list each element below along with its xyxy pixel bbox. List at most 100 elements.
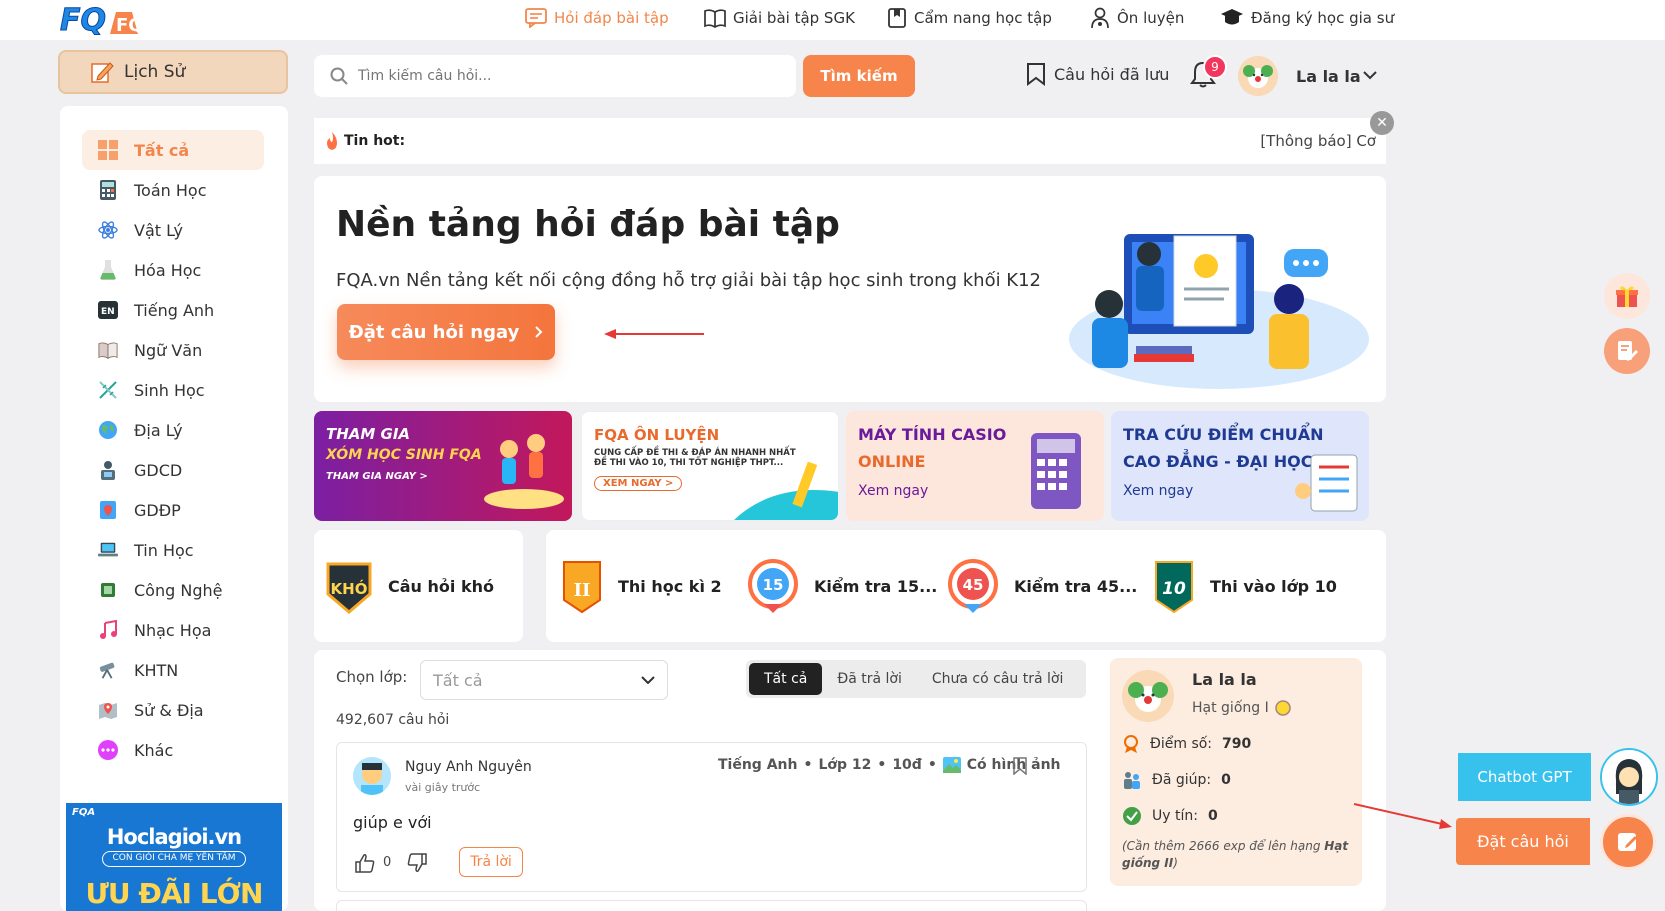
score-value: 790 (1222, 736, 1252, 752)
sidebar-item-khtn[interactable]: KHTN (82, 650, 264, 690)
history-button[interactable]: Lịch Sử (58, 50, 288, 94)
score-label: Điểm số: (1150, 736, 1213, 752)
exam-label: Thi học kì 2 (618, 576, 722, 596)
thumbs-up-icon[interactable] (355, 853, 375, 873)
chatbot-gpt-button[interactable]: Chatbot GPT (1458, 753, 1591, 801)
exam-cau-hoi-kho[interactable]: KHÓ Câu hỏi khó (314, 530, 523, 642)
exam-thi-hoc-ki-2[interactable]: II Thi học kì 2 (560, 558, 722, 614)
hot-news-bar: Tin hot: [Thông báo] Cơ (314, 118, 1386, 164)
tab-tat-ca[interactable]: Tất cả (749, 663, 823, 695)
graduation-cap-icon (1221, 9, 1243, 25)
username[interactable]: La la la (1296, 67, 1361, 86)
close-icon[interactable]: ✕ (1370, 111, 1394, 135)
reply-button[interactable]: Trả lời (459, 847, 523, 877)
saved-questions-link[interactable]: Câu hỏi đã lưu (1026, 62, 1169, 86)
notification-badge: 9 (1203, 55, 1227, 79)
sidebar-item-toan-hoc[interactable]: Toán Học (82, 170, 264, 210)
avatar[interactable] (353, 757, 391, 795)
exam-kiem-tra-45[interactable]: 45 Kiểm tra 45... (946, 558, 1137, 614)
kids-illustration (484, 434, 564, 509)
tab-da-tra-loi[interactable]: Đã trả lời (822, 663, 917, 695)
sidebar-item-tieng-anh[interactable]: EN Tiếng Anh (82, 290, 264, 330)
sidebar-item-label: Toán Học (134, 180, 207, 200)
edit-icon (1618, 833, 1637, 851)
banner-line1: TRA CỨU ĐIỂM CHUẨN (1123, 425, 1324, 444)
sidebar-item-nhac-hoa[interactable]: Nhạc Họa (82, 610, 264, 650)
nav-hoi-dap[interactable]: Hỏi đáp bài tập (525, 0, 669, 36)
search-icon (330, 67, 348, 85)
question-card[interactable] (336, 900, 1087, 911)
sidebar-item-label: GDĐP (134, 500, 181, 520)
nav-label: Ôn luyện (1117, 9, 1185, 27)
semester-exam-icon: II (563, 561, 601, 614)
flask-icon (98, 260, 118, 280)
grade-select-value: Tất cả (433, 670, 483, 690)
ask-question-now-button[interactable]: Đặt câu hỏi ngay (337, 304, 555, 360)
sidebar-item-ngu-van[interactable]: Ngữ Văn (82, 330, 264, 370)
tab-chua-co-cau-tra-loi[interactable]: Chưa có câu trả lời (917, 663, 1078, 695)
hot-ticker[interactable]: [Thông báo] Cơ (1260, 132, 1376, 150)
grade-filter-label: Chọn lớp: (336, 668, 408, 686)
globe-icon (98, 420, 118, 440)
svg-text:FQA: FQA (116, 15, 148, 36)
like-count: 0 (383, 855, 392, 870)
search-input[interactable] (358, 68, 778, 84)
coin-icon (1274, 700, 1291, 716)
exam-thi-vao-lop-10[interactable]: 10 Thi vào lớp 10 (1152, 558, 1337, 614)
banner-xem-ngay-button[interactable]: XEM NGAY > (594, 476, 683, 491)
nav-on-luyen[interactable]: Ôn luyện (1090, 0, 1184, 36)
more-icon (98, 740, 118, 760)
thumbs-down-icon[interactable] (407, 853, 427, 873)
image-icon (942, 757, 961, 773)
avatar[interactable] (1238, 56, 1278, 96)
question-author[interactable]: Nguy Anh Nguyên (405, 759, 532, 775)
sidebar-item-vat-ly[interactable]: Vật Lý (82, 210, 264, 250)
chatbot-avatar[interactable] (1600, 748, 1658, 806)
sidebar-item-dia-ly[interactable]: Địa Lý (82, 410, 264, 450)
sidebar-item-gdcd[interactable]: GDCD (82, 450, 264, 490)
question-grade: Lớp 12 (818, 757, 872, 773)
question-content[interactable]: giúp e với (353, 813, 432, 832)
grade-select[interactable]: Tất cả (420, 660, 668, 700)
sidebar-item-su-dia[interactable]: Sử & Địa (82, 690, 264, 730)
sidebar-item-label: Vật Lý (134, 220, 184, 240)
gift-button[interactable] (1604, 273, 1650, 319)
banner-tra-cuu-diem[interactable]: TRA CỨU ĐIỂM CHUẨN CAO ĐẲNG - ĐẠI HỌC Xe… (1111, 411, 1369, 521)
user-name[interactable]: La la la (1192, 670, 1257, 689)
bookmark-icon[interactable] (1013, 757, 1027, 775)
banner-xom-hoc-sinh[interactable]: THAM GIA XÓM HỌC SINH FQA THAM GIA NGAY … (314, 411, 572, 521)
exam-label: Thi vào lớp 10 (1210, 576, 1337, 596)
sidebar-item-tin-hoc[interactable]: Tin Học (82, 530, 264, 570)
map-doc-icon (98, 500, 118, 520)
chat-icon (525, 8, 547, 28)
medal-icon (1124, 735, 1138, 753)
ask-question-icon-button[interactable] (1600, 814, 1656, 870)
sidebar-item-sinh-hoc[interactable]: Sinh Học (82, 370, 264, 410)
chevron-down-icon[interactable] (1362, 70, 1378, 80)
promo-banner[interactable]: FQA Hoclagioi.vn CON GIỎI CHA MẸ YÊN TÂM… (66, 803, 282, 911)
sidebar-item-hoa-hoc[interactable]: Hóa Học (82, 250, 264, 290)
ask-question-floating-button[interactable]: Đặt câu hỏi (1456, 818, 1590, 865)
book-icon (704, 9, 726, 28)
sidebar-item-cong-nghe[interactable]: Công Nghệ (82, 570, 264, 610)
hard-question-badge-icon: KHÓ (326, 562, 372, 614)
nav-label: Hỏi đáp bài tập (554, 9, 669, 27)
avatar[interactable] (1122, 670, 1174, 722)
nav-cam-nang[interactable]: Cẩm nang học tập (887, 0, 1052, 36)
saved-label: Câu hỏi đã lưu (1054, 64, 1170, 84)
sidebar-item-gddp[interactable]: GDĐP (82, 490, 264, 530)
nav-dang-ky-gia-su[interactable]: Đăng ký học gia sư (1220, 0, 1394, 36)
nav-giai-bai-tap[interactable]: Giải bài tập SGK (704, 0, 855, 36)
sidebar-item-tat-ca[interactable]: Tất cả (82, 130, 264, 170)
search-button[interactable]: Tìm kiếm (803, 55, 915, 97)
question-card[interactable]: Nguy Anh Nguyên vài giây trước Tiếng Anh… (336, 742, 1087, 892)
exam-kiem-tra-15[interactable]: 15 Kiểm tra 15... (746, 558, 937, 614)
grid-icon (98, 140, 118, 160)
fqa-logo[interactable]: FQ FQA (58, 0, 149, 40)
write-note-button[interactable] (1604, 328, 1650, 374)
hero-subtitle: FQA.vn Nền tảng kết nối cộng đồng hỗ trợ… (336, 270, 1042, 291)
user-info-card: La la la Hạt giống I Điểm số: 790 Đã giúp… (1110, 658, 1362, 886)
sidebar-item-khac[interactable]: Khác (82, 730, 264, 770)
banner-on-luyen[interactable]: FQA ÔN LUYỆN CUNG CẤP ĐỀ THI & ĐÁP ÁN NH… (581, 411, 839, 521)
banner-casio[interactable]: MÁY TÍNH CASIO ONLINE Xem ngay (846, 411, 1104, 521)
